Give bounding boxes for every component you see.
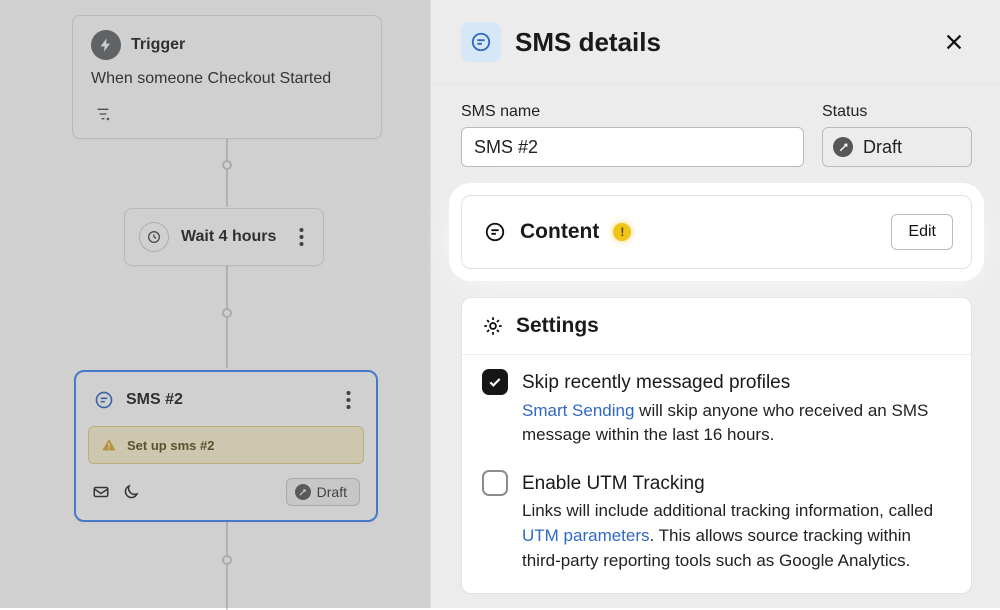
edit-content-button[interactable]: Edit	[891, 214, 953, 250]
sms-name-input[interactable]: SMS #2	[461, 127, 804, 167]
sms-node-selected[interactable]: SMS #2 Set up sms #2	[74, 370, 378, 522]
status-field-label: Status	[822, 103, 972, 121]
connector-dot	[222, 160, 232, 170]
sms-name-value: SMS #2	[474, 137, 538, 158]
utm-parameters-link[interactable]: UTM parameters	[522, 526, 650, 545]
status-dot-icon	[295, 484, 311, 500]
filter-icon[interactable]	[91, 102, 115, 126]
clock-icon	[139, 222, 169, 252]
sms-icon	[92, 388, 116, 412]
close-button[interactable]	[936, 24, 972, 60]
sms-status-pill: Draft	[286, 478, 360, 506]
panel-title: SMS details	[515, 27, 922, 58]
connector-dot	[222, 555, 232, 565]
content-icon	[484, 221, 506, 243]
content-card: Content ! Edit	[461, 195, 972, 269]
details-panel: SMS details SMS name SMS #2 Status Draft	[430, 0, 1000, 608]
flow-canvas: Trigger When someone Checkout Started Wa…	[0, 0, 430, 608]
sms-icon	[461, 22, 501, 62]
sms-setup-warning: Set up sms #2	[88, 426, 364, 464]
sms-more-menu[interactable]	[336, 384, 360, 416]
utm-desc-pre: Links will include additional tracking i…	[522, 501, 933, 520]
skip-recent-title: Skip recently messaged profiles	[522, 369, 951, 397]
wait-more-menu[interactable]	[289, 221, 313, 253]
utm-checkbox[interactable]	[482, 470, 508, 496]
wait-label: Wait 4 hours	[181, 228, 277, 246]
trigger-description: When someone Checkout Started	[91, 70, 363, 88]
settings-card: Settings Skip recently messaged profiles…	[461, 297, 972, 594]
utm-title: Enable UTM Tracking	[522, 470, 951, 498]
bolt-icon	[91, 30, 121, 60]
status-display: Draft	[822, 127, 972, 167]
status-dot-icon	[833, 137, 853, 157]
sms-warning-text: Set up sms #2	[127, 438, 214, 453]
sms-node-title: SMS #2	[126, 391, 326, 409]
content-warning-badge: !	[613, 223, 631, 241]
content-title: Content	[520, 220, 599, 244]
trigger-label: Trigger	[131, 36, 185, 54]
trigger-node[interactable]: Trigger When someone Checkout Started	[72, 15, 382, 139]
skip-recent-checkbox[interactable]	[482, 369, 508, 395]
gear-icon	[482, 315, 504, 337]
sms-status-text: Draft	[317, 484, 347, 500]
settings-title: Settings	[516, 314, 599, 338]
moon-icon[interactable]	[122, 483, 140, 501]
warning-triangle-icon	[101, 437, 117, 453]
status-value: Draft	[863, 137, 902, 158]
connector-line	[226, 133, 228, 207]
wait-node[interactable]: Wait 4 hours	[124, 208, 324, 266]
name-field-label: SMS name	[461, 103, 804, 121]
connector-dot	[222, 308, 232, 318]
envelope-icon[interactable]	[92, 483, 110, 501]
panel-header: SMS details	[431, 0, 1000, 85]
smart-sending-link[interactable]: Smart Sending	[522, 401, 634, 420]
